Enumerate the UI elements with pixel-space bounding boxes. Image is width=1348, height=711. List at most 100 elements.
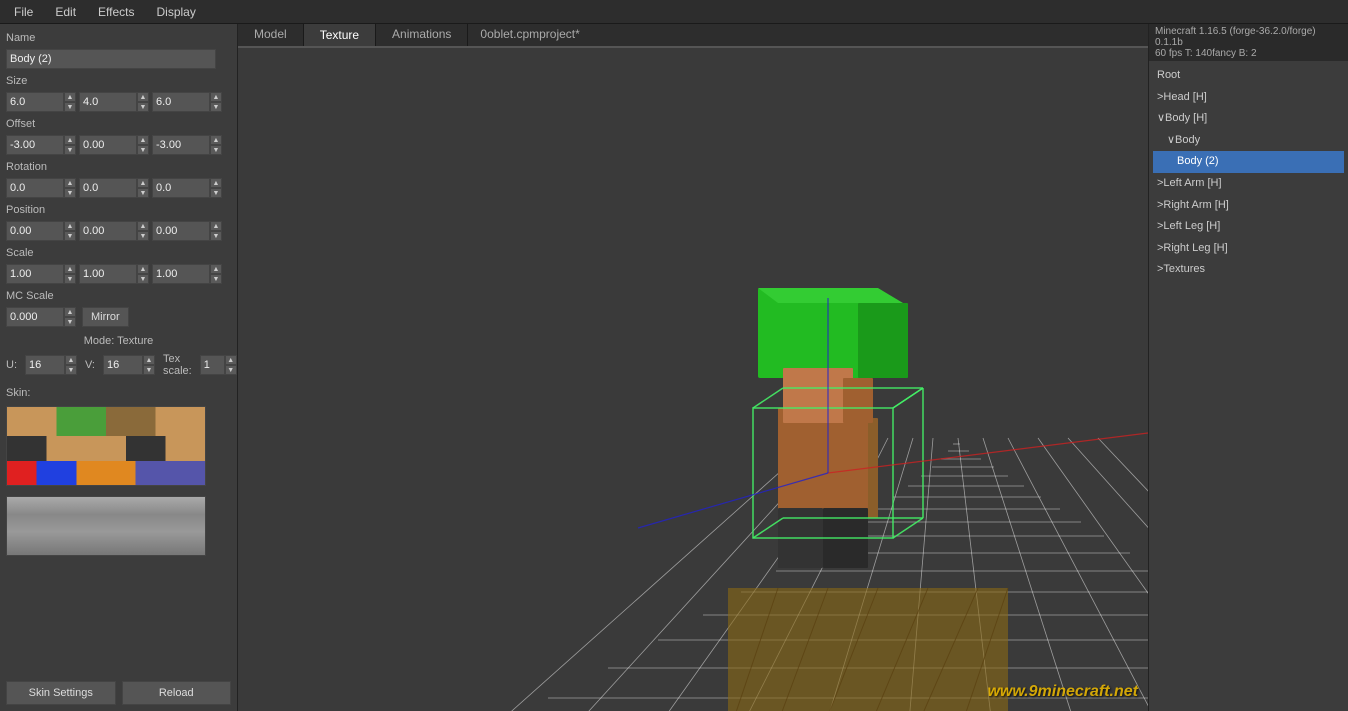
uv-row: U: ▲▼ V: ▲▼ Tex scale: ▲▼	[6, 353, 231, 377]
tab-texture[interactable]: Texture	[304, 24, 376, 46]
rot-y-down[interactable]: ▼	[137, 188, 149, 198]
name-label: Name	[6, 32, 231, 44]
tree-item[interactable]: >Left Arm [H]	[1153, 173, 1344, 195]
scale-x-input[interactable]	[6, 264, 64, 284]
pos-y-input[interactable]	[79, 221, 137, 241]
scale-z-up[interactable]: ▲	[210, 264, 222, 274]
u-up[interactable]: ▲	[65, 355, 77, 365]
info-line1: Minecraft 1.16.5 (forge-36.2.0/forge) 0.…	[1155, 26, 1342, 48]
tab-model[interactable]: Model	[238, 24, 304, 46]
tree-item[interactable]: >Head [H]	[1153, 87, 1344, 109]
center-area: Model Texture Animations 0oblet.cpmproje…	[238, 24, 1148, 711]
scale-y-up[interactable]: ▲	[137, 264, 149, 274]
rot-x-up[interactable]: ▲	[64, 178, 76, 188]
main-layout: Name Size ▲▼ ▲▼ ▲▼ Offset ▲▼	[0, 24, 1348, 711]
tree-panel: Root>Head [H]∨Body [H]∨BodyBody (2)>Left…	[1149, 61, 1348, 711]
tex-scale-input[interactable]	[200, 355, 225, 375]
scale-x-up[interactable]: ▲	[64, 264, 76, 274]
scale-label: Scale	[6, 247, 231, 259]
tab-project[interactable]: 0oblet.cpmproject*	[468, 24, 591, 46]
v-down[interactable]: ▼	[143, 365, 155, 375]
size-z-up[interactable]: ▲	[210, 92, 222, 102]
menu-file[interactable]: File	[4, 3, 43, 21]
v-up[interactable]: ▲	[143, 355, 155, 365]
info-line2: 60 fps T: 140fancy B: 2	[1155, 48, 1342, 59]
size-y-up[interactable]: ▲	[137, 92, 149, 102]
pos-y-down[interactable]: ▼	[137, 231, 149, 241]
pos-z-up[interactable]: ▲	[210, 221, 222, 231]
skin-settings-button[interactable]: Skin Settings	[6, 681, 116, 705]
menu-display[interactable]: Display	[147, 3, 206, 21]
offset-x-up[interactable]: ▲	[64, 135, 76, 145]
pos-x-up[interactable]: ▲	[64, 221, 76, 231]
scale-z-input[interactable]	[152, 264, 210, 284]
v-input[interactable]	[103, 355, 143, 375]
pos-x-input[interactable]	[6, 221, 64, 241]
size-x-down[interactable]: ▼	[64, 102, 76, 112]
bottom-buttons: Skin Settings Reload	[6, 677, 231, 705]
reload-button[interactable]: Reload	[122, 681, 232, 705]
u-input[interactable]	[25, 355, 65, 375]
size-y-down[interactable]: ▼	[137, 102, 149, 112]
pos-z-input[interactable]	[152, 221, 210, 241]
tree-item[interactable]: >Textures	[1153, 259, 1344, 281]
rot-z-down[interactable]: ▼	[210, 188, 222, 198]
tree-item[interactable]: Root	[1153, 65, 1344, 87]
mc-scale-down[interactable]: ▼	[64, 317, 76, 327]
mc-scale-input[interactable]	[6, 307, 64, 327]
rot-y-up[interactable]: ▲	[137, 178, 149, 188]
menu-bar: File Edit Effects Display	[0, 0, 1348, 24]
tree-item[interactable]: >Right Leg [H]	[1153, 238, 1344, 260]
size-y-input[interactable]	[79, 92, 137, 112]
rot-z-input[interactable]	[152, 178, 210, 198]
offset-z-up[interactable]: ▲	[210, 135, 222, 145]
rot-x-down[interactable]: ▼	[64, 188, 76, 198]
offset-x-down[interactable]: ▼	[64, 145, 76, 155]
rot-z-up[interactable]: ▲	[210, 178, 222, 188]
u-down[interactable]: ▼	[65, 365, 77, 375]
offset-x-input[interactable]	[6, 135, 64, 155]
size-z-group: ▲▼	[152, 92, 222, 112]
scale-y-input[interactable]	[79, 264, 137, 284]
mode-label: Mode: Texture	[6, 335, 231, 347]
name-input[interactable]	[6, 49, 216, 69]
menu-edit[interactable]: Edit	[45, 3, 86, 21]
mc-scale-row: ▲▼ Mirror	[6, 307, 231, 327]
tree-item[interactable]: ∨Body [H]	[1153, 108, 1344, 130]
info-bar: Minecraft 1.16.5 (forge-36.2.0/forge) 0.…	[1149, 24, 1348, 61]
menu-effects[interactable]: Effects	[88, 3, 144, 21]
tree-item[interactable]: >Right Arm [H]	[1153, 195, 1344, 217]
scale-y-down[interactable]: ▼	[137, 274, 149, 284]
position-label: Position	[6, 204, 231, 216]
tex-scale-up[interactable]: ▲	[225, 355, 237, 365]
size-z-input[interactable]	[152, 92, 210, 112]
tree-item[interactable]: >Left Leg [H]	[1153, 216, 1344, 238]
size-x-up[interactable]: ▲	[64, 92, 76, 102]
tex-scale-down[interactable]: ▼	[225, 365, 237, 375]
tree-item[interactable]: Body (2)	[1153, 151, 1344, 173]
rot-y-input[interactable]	[79, 178, 137, 198]
viewport[interactable]: www.9minecraft.net	[238, 48, 1148, 711]
rot-x-input[interactable]	[6, 178, 64, 198]
scale-x-down[interactable]: ▼	[64, 274, 76, 284]
mc-scale-up[interactable]: ▲	[64, 307, 76, 317]
position-row: ▲▼ ▲▼ ▲▼	[6, 221, 231, 241]
scale-z-down[interactable]: ▼	[210, 274, 222, 284]
size-x-input[interactable]	[6, 92, 64, 112]
skin-preview-2[interactable]	[6, 496, 206, 556]
offset-y-up[interactable]: ▲	[137, 135, 149, 145]
mirror-button[interactable]: Mirror	[82, 307, 129, 327]
tree-item[interactable]: ∨Body	[1153, 130, 1344, 152]
pos-z-down[interactable]: ▼	[210, 231, 222, 241]
size-x-group: ▲▼	[6, 92, 76, 112]
offset-y-down[interactable]: ▼	[137, 145, 149, 155]
tab-animations[interactable]: Animations	[376, 24, 468, 46]
pos-x-down[interactable]: ▼	[64, 231, 76, 241]
offset-y-input[interactable]	[79, 135, 137, 155]
size-z-down[interactable]: ▼	[210, 102, 222, 112]
offset-z-input[interactable]	[152, 135, 210, 155]
skin-preview-1[interactable]	[6, 406, 206, 486]
offset-z-down[interactable]: ▼	[210, 145, 222, 155]
pos-y-up[interactable]: ▲	[137, 221, 149, 231]
rotation-row: ▲▼ ▲▼ ▲▼	[6, 178, 231, 198]
